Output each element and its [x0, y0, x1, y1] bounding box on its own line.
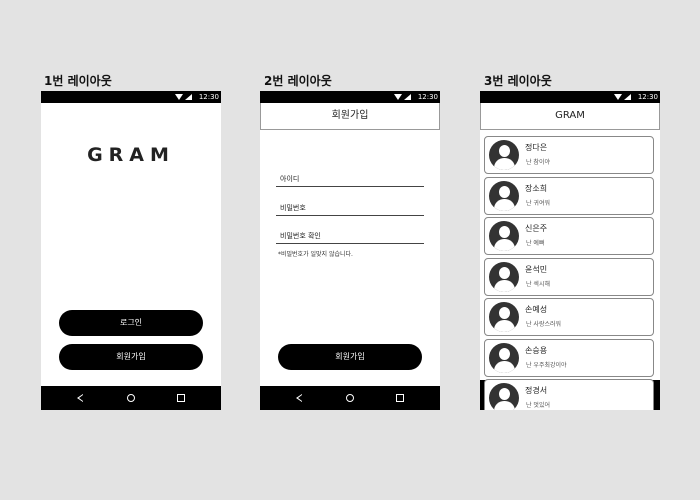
wifi-icon	[394, 94, 402, 100]
avatar	[489, 140, 519, 170]
password-field[interactable]: 비밀번호	[276, 200, 424, 216]
avatar	[489, 221, 519, 251]
phone-login-screen: 12:30 GRAM 로그인 회원가입	[41, 91, 221, 410]
list-item[interactable]: 장소희 난 귀여워	[484, 177, 654, 215]
avatar	[489, 343, 519, 373]
recent-apps-icon[interactable]	[396, 394, 404, 402]
user-name: 윤석민	[525, 265, 548, 274]
avatar	[489, 181, 519, 211]
user-name: 정다은	[525, 143, 548, 152]
back-icon[interactable]	[77, 394, 83, 402]
user-status: 난 예뻐	[526, 240, 545, 247]
status-bar: 12:30	[260, 91, 440, 103]
list-item[interactable]: 윤석민 난 섹시해	[484, 258, 654, 296]
signal-icon	[624, 94, 631, 100]
signal-icon	[404, 94, 411, 100]
user-status: 난 귀여워	[526, 200, 550, 207]
phone-list-screen: 12:30 GRAM 정다은 난 참이야 장소희 난 귀여워 신은주 난 예뻐 …	[480, 91, 660, 410]
status-bar: 12:30	[41, 91, 221, 103]
avatar	[489, 262, 519, 292]
signup-button[interactable]: 회원가입	[59, 344, 203, 370]
password-confirm-field[interactable]: 비밀번호 확인	[276, 228, 424, 244]
nav-bar	[260, 386, 440, 410]
avatar	[489, 383, 519, 410]
user-name: 장소희	[525, 184, 548, 193]
user-status: 난 섹시해	[526, 281, 550, 288]
home-icon[interactable]	[346, 394, 354, 402]
user-status: 난 멋있어	[526, 402, 550, 409]
signup-submit-button[interactable]: 회원가입	[278, 344, 422, 370]
app-logo: GRAM	[87, 144, 175, 166]
list-item[interactable]: 손승용 난 우주최강이야	[484, 339, 654, 377]
status-bar: 12:30	[480, 91, 660, 103]
user-status: 난 우주최강이야	[526, 362, 567, 369]
recent-apps-icon[interactable]	[177, 394, 185, 402]
list-header: GRAM	[480, 103, 660, 130]
login-button[interactable]: 로그인	[59, 310, 203, 336]
list-item[interactable]: 손예성 난 사랑스러워	[484, 298, 654, 336]
nav-bar	[41, 386, 221, 410]
status-time: 12:30	[198, 93, 219, 101]
wifi-icon	[614, 94, 622, 100]
signup-header: 회원가입	[260, 103, 440, 130]
phone-signup-screen: 12:30 회원가입 아이디 비밀번호 비밀번호 확인 *비밀번호가 일맞지 않…	[260, 91, 440, 410]
status-time: 12:30	[637, 93, 658, 101]
list-item[interactable]: 신은주 난 예뻐	[484, 217, 654, 255]
list-item[interactable]: 정경서 난 멋있어	[484, 379, 654, 410]
user-name: 손예성	[525, 305, 548, 314]
status-time: 12:30	[417, 93, 438, 101]
user-name: 손승용	[525, 346, 548, 355]
avatar	[489, 302, 519, 332]
layout-1-title: 1번 레이아웃	[44, 74, 112, 88]
back-icon[interactable]	[296, 394, 302, 402]
user-name: 정경서	[525, 386, 548, 395]
layout-3-title: 3번 레이아웃	[484, 74, 552, 88]
password-mismatch-hint: *비밀번호가 일맞지 않습니다.	[278, 251, 353, 258]
wifi-icon	[175, 94, 183, 100]
layout-2-title: 2번 레이아웃	[264, 74, 332, 88]
user-name: 신은주	[525, 224, 548, 233]
signal-icon	[185, 94, 192, 100]
id-field[interactable]: 아이디	[276, 171, 424, 187]
user-status: 난 사랑스러워	[526, 321, 562, 328]
home-icon[interactable]	[127, 394, 135, 402]
list-item[interactable]: 정다은 난 참이야	[484, 136, 654, 174]
user-status: 난 참이야	[526, 159, 550, 166]
